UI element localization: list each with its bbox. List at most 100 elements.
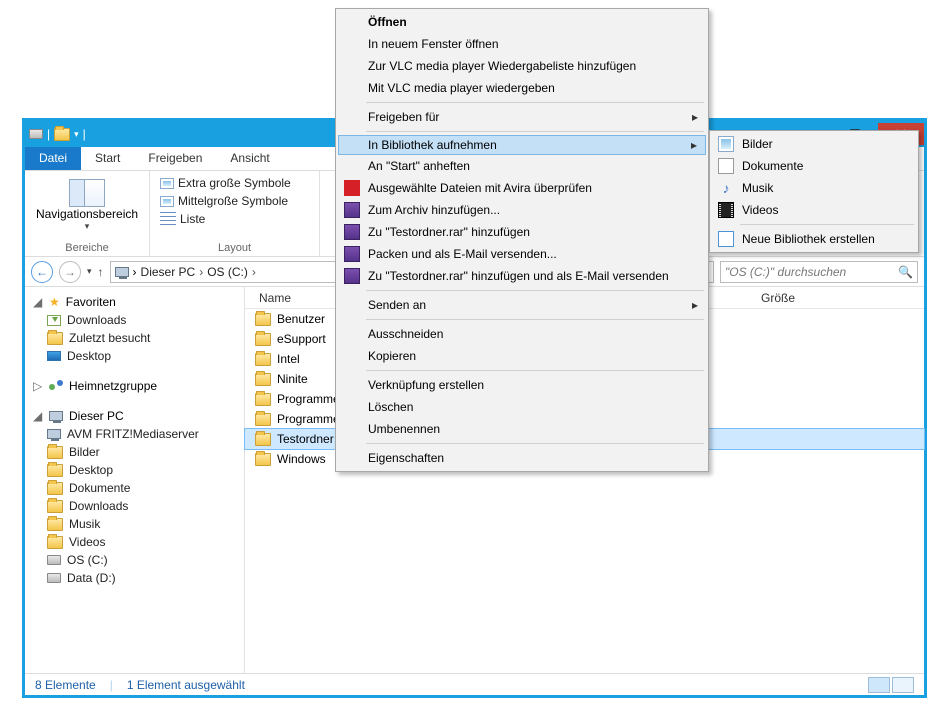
row-name: Benutzer (277, 312, 325, 326)
menu-pin-start[interactable]: An "Start" anheften (338, 155, 706, 177)
menu-add-archive[interactable]: Zum Archiv hinzufügen... (338, 199, 706, 221)
menu-email-label: Packen und als E-Mail versenden... (368, 247, 557, 261)
qat-dropdown-icon[interactable]: ▾ (74, 129, 79, 140)
menu-open-new-window[interactable]: In neuem Fenster öffnen (338, 33, 706, 55)
tree-pics-label: Bilder (69, 445, 100, 459)
tree-desk2-label: Desktop (69, 463, 113, 477)
tree-item-mediaserver[interactable]: AVM FRITZ!Mediaserver (33, 425, 244, 443)
menu-delete[interactable]: Löschen (338, 396, 706, 418)
search-placeholder: "OS (C:)" durchsuchen (725, 265, 846, 279)
submenu-music[interactable]: ♪Musik (712, 177, 916, 199)
tree-pc: ◢Dieser PC AVM FRITZ!Mediaserver Bilder … (33, 407, 244, 587)
new-library-icon (718, 231, 734, 247)
device-icon (47, 429, 61, 439)
search-input[interactable]: "OS (C:)" durchsuchen 🔍 (720, 261, 918, 283)
med-icon (160, 196, 174, 207)
row-name: Ninite (277, 372, 308, 386)
col-size[interactable]: Größe (761, 291, 841, 305)
submenu-new-label: Neue Bibliothek erstellen (742, 232, 875, 246)
view-details-button[interactable] (868, 677, 890, 693)
menu-rename[interactable]: Umbenennen (338, 418, 706, 440)
folder-icon (47, 464, 63, 477)
tree-item-downloads[interactable]: Downloads (33, 311, 244, 329)
tree-item-videos[interactable]: Videos (33, 533, 244, 551)
menu-vlc-play[interactable]: Mit VLC media player wiedergeben (338, 77, 706, 99)
tree-homegroup-header[interactable]: ▷Heimnetzgruppe (33, 377, 244, 395)
status-selection: 1 Element ausgewählt (127, 678, 245, 692)
tree-item-datad[interactable]: Data (D:) (33, 569, 244, 587)
submenu-new-library[interactable]: Neue Bibliothek erstellen (712, 228, 916, 250)
tree-item-recent[interactable]: Zuletzt besucht (33, 329, 244, 347)
folder-icon (47, 500, 63, 513)
menu-copy[interactable]: Kopieren (338, 345, 706, 367)
history-dropdown-icon[interactable]: ▾ (87, 266, 92, 277)
folder-icon (54, 128, 70, 141)
menu-cut[interactable]: Ausschneiden (338, 323, 706, 345)
menu-archive-label: Zum Archiv hinzufügen... (368, 203, 500, 217)
submenu-pictures[interactable]: Bilder (712, 133, 916, 155)
tree-item-desktop[interactable]: Desktop (33, 347, 244, 365)
layout-list-item[interactable]: Liste (158, 211, 311, 227)
menu-pack-email[interactable]: Packen und als E-Mail versenden... (338, 243, 706, 265)
back-button[interactable]: ← (31, 261, 53, 283)
tree-dl2-label: Downloads (69, 499, 128, 513)
menu-sep (366, 370, 704, 371)
drive-icon (47, 573, 61, 583)
folder-icon (255, 373, 271, 386)
tree-ms-label: AVM FRITZ!Mediaserver (67, 427, 199, 441)
tree-item-music[interactable]: Musik (33, 515, 244, 533)
list-icon (160, 212, 176, 226)
drive-icon (29, 129, 43, 139)
menu-include-library[interactable]: In Bibliothek aufnehmen▸ (338, 135, 706, 155)
menu-share[interactable]: Freigeben für▸ (338, 106, 706, 128)
tree-desktop-label: Desktop (67, 349, 111, 363)
pc-icon (115, 267, 129, 277)
navigation-pane-button[interactable]: Navigationsbereich ▾ (33, 175, 141, 232)
view-icons-button[interactable] (892, 677, 914, 693)
tree-item-downloads2[interactable]: Downloads (33, 497, 244, 515)
tree-item-osc[interactable]: OS (C:) (33, 551, 244, 569)
forward-button[interactable]: → (59, 261, 81, 283)
folder-icon (255, 393, 271, 406)
layout-list-label: Liste (180, 212, 205, 226)
layout-medium[interactable]: Mittelgroße Symbole (158, 193, 311, 209)
submenu-videos[interactable]: Videos (712, 199, 916, 221)
tab-file[interactable]: Datei (25, 147, 81, 170)
tree-item-pictures[interactable]: Bilder (33, 443, 244, 461)
submenu-documents[interactable]: Dokumente (712, 155, 916, 177)
tree-pc-header[interactable]: ◢Dieser PC (33, 407, 244, 425)
drive-icon (47, 555, 61, 565)
row-name: Programme (277, 392, 340, 406)
tree-item-documents[interactable]: Dokumente (33, 479, 244, 497)
tab-view[interactable]: Ansicht (216, 147, 283, 170)
crumb-drive[interactable]: OS (C:)› (207, 265, 256, 279)
menu-create-shortcut[interactable]: Verknüpfung erstellen (338, 374, 706, 396)
document-icon (718, 158, 734, 174)
tree-favorites: ◢★Favoriten Downloads Zuletzt besucht De… (33, 293, 244, 365)
ribbon-group-label-panes: Bereiche (33, 242, 141, 256)
layout-extra-large[interactable]: Extra große Symbole (158, 175, 311, 191)
menu-properties[interactable]: Eigenschaften (338, 447, 706, 469)
menu-archiveto-label: Zu "Testordner.rar" hinzufügen (368, 225, 530, 239)
menu-sep (366, 131, 704, 132)
qat: | ▾ | (29, 127, 86, 141)
tab-start[interactable]: Start (81, 147, 134, 170)
pictures-icon (718, 136, 734, 152)
folder-icon (47, 446, 63, 459)
view-switch (868, 677, 914, 693)
tree-item-desktop2[interactable]: Desktop (33, 461, 244, 479)
nav-tree[interactable]: ◢★Favoriten Downloads Zuletzt besucht De… (25, 287, 245, 673)
menu-vlc-playlist[interactable]: Zur VLC media player Wiedergabeliste hin… (338, 55, 706, 77)
menu-send-to[interactable]: Senden an▸ (338, 294, 706, 316)
menu-rar-and-email[interactable]: Zu "Testordner.rar" hinzufügen und als E… (338, 265, 706, 287)
tree-docs-label: Dokumente (69, 481, 130, 495)
up-button[interactable]: ↑ (98, 265, 104, 279)
crumb-pc[interactable]: Dieser PC› (141, 265, 204, 279)
tab-share[interactable]: Freigeben (134, 147, 216, 170)
menu-add-to-rar[interactable]: Zu "Testordner.rar" hinzufügen (338, 221, 706, 243)
menu-avira-scan[interactable]: Ausgewählte Dateien mit Avira überprüfen (338, 177, 706, 199)
tree-favorites-header[interactable]: ◢★Favoriten (33, 293, 244, 311)
menu-open[interactable]: Öffnen (338, 11, 706, 33)
folder-icon (255, 353, 271, 366)
crumb-sep0[interactable]: › (133, 265, 137, 279)
